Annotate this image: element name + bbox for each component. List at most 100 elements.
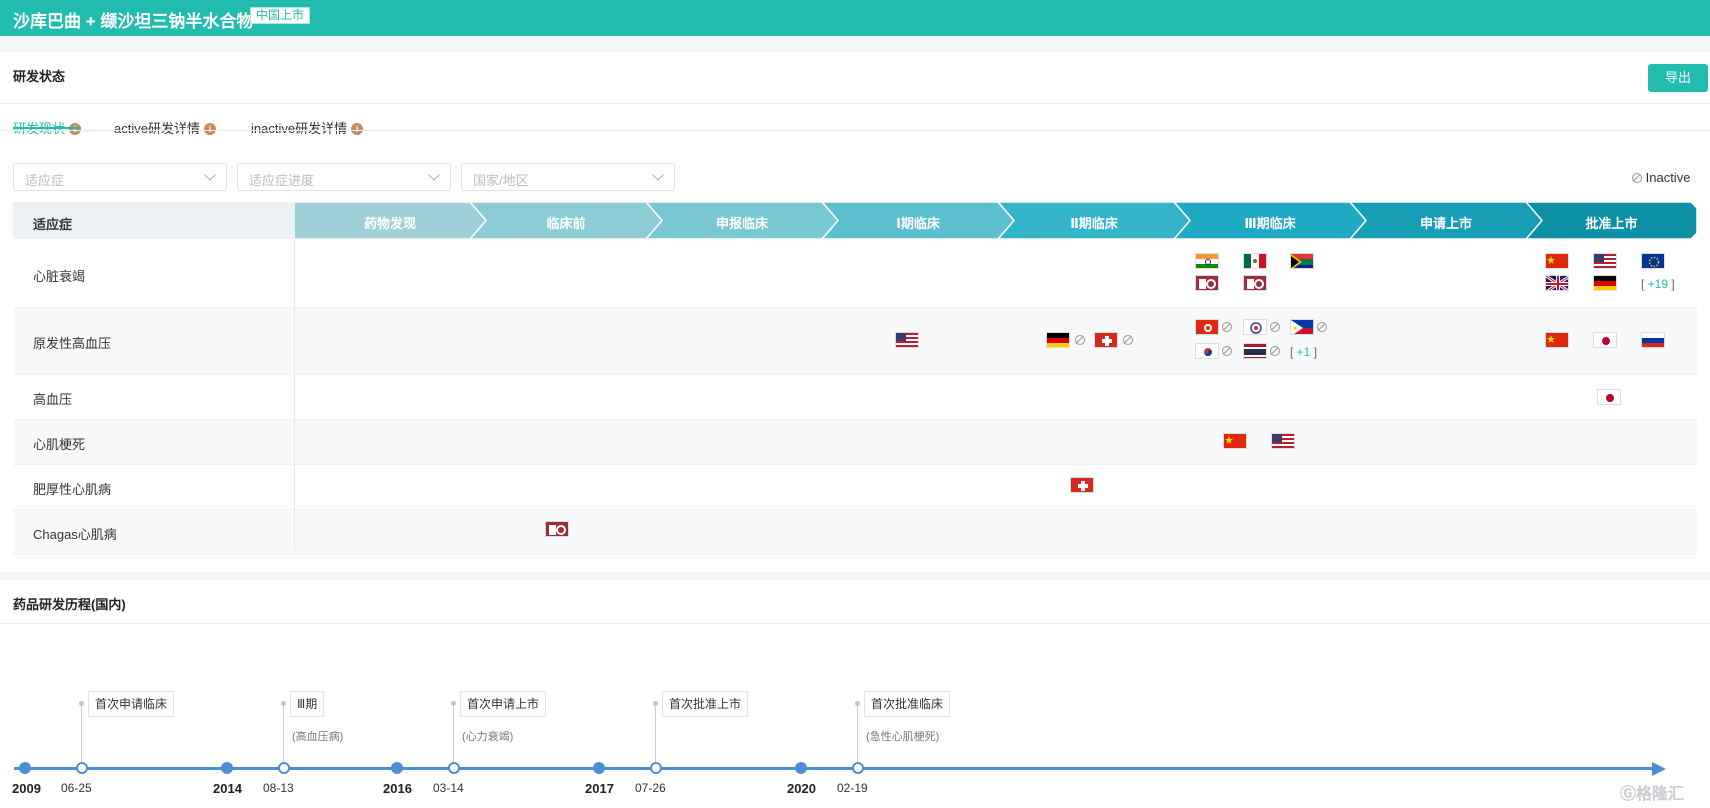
flag-unknown-icon[interactable] [1195, 275, 1219, 291]
flag-china-icon[interactable] [1545, 253, 1569, 269]
table-row[interactable]: 心脏衰竭 [13, 241, 1697, 308]
event-stem-dot [79, 701, 84, 706]
flag-hong-kong-icon[interactable] [1195, 319, 1219, 335]
event-dot[interactable] [76, 762, 88, 774]
date-label: 06-25 [61, 781, 92, 795]
flag-japan-icon[interactable] [1593, 332, 1617, 348]
chevron-down-icon [652, 169, 664, 181]
event-dot[interactable] [852, 762, 864, 774]
flag-south-korea-icon[interactable] [1195, 343, 1219, 359]
more-countries-link[interactable]: [ +19 ] [1641, 277, 1675, 291]
year-dot[interactable] [391, 762, 403, 774]
event-label[interactable]: 首次申请上市 [460, 691, 547, 717]
flag-usa-icon[interactable] [1593, 253, 1617, 269]
date-label: 07-26 [635, 781, 666, 795]
event-stem [453, 704, 454, 762]
year-dot[interactable] [221, 762, 233, 774]
phase-header-4: Ⅱ期临床 [998, 202, 1190, 239]
timeline-arrow-icon [1652, 762, 1666, 776]
year-label: 2017 [585, 781, 614, 796]
phase-header-0: 药物发现 [294, 202, 486, 239]
event-stem-dot [451, 701, 456, 706]
flag-unknown-icon[interactable] [545, 521, 569, 537]
divider [0, 103, 1710, 104]
event-dot[interactable] [448, 762, 460, 774]
event-subtitle: (急性心肌梗死) [866, 731, 940, 743]
phase-header-6: 申请上市 [1350, 202, 1542, 239]
year-dot[interactable] [593, 762, 605, 774]
flag-germany-icon[interactable] [1593, 275, 1617, 291]
flag-eu-icon[interactable] [1641, 253, 1665, 269]
table-row[interactable]: Chagas心肌病 [13, 510, 1697, 555]
phase-table-header: 适应症 药物发现 临床前 申报临床 Ⅰ期临床 Ⅱ期临床 Ⅲ期临床 申请上市 批准上市 [13, 202, 1697, 239]
date-label: 02-19 [837, 781, 868, 795]
table-row[interactable]: 高血压 [13, 375, 1697, 420]
indication-progress-select[interactable]: 适应症进度 [237, 163, 451, 191]
rd-history-panel: 药品研发历程(国内) [0, 580, 1710, 808]
year-label: 2016 [383, 781, 412, 796]
timeline-axis [14, 767, 1657, 770]
year-label: 2020 [787, 781, 816, 796]
event-subtitle: (高血压病) [292, 731, 344, 743]
event-stem-dot [653, 701, 658, 706]
country-region-select[interactable]: 国家/地区 [461, 163, 675, 191]
inactive-icon [1222, 322, 1232, 332]
inactive-legend: Inactive [1632, 170, 1690, 185]
event-label[interactable]: 首次批准上市 [662, 691, 749, 717]
indication-select[interactable]: 适应症 [13, 163, 227, 191]
inactive-icon [1075, 335, 1085, 345]
flag-russia-icon[interactable] [1641, 332, 1665, 348]
flag-usa-icon[interactable] [1271, 433, 1295, 449]
info-icon[interactable]: i [203, 123, 216, 135]
more-countries-link[interactable]: [ +1 ] [1290, 345, 1317, 359]
flag-japan-icon[interactable] [1597, 389, 1621, 405]
tab-inactive-details[interactable]: inactive研发详情 i [251, 118, 364, 137]
event-dot[interactable] [278, 762, 290, 774]
inactive-icon [1632, 173, 1642, 183]
flag-china-icon[interactable] [1545, 332, 1569, 348]
flag-india-icon[interactable] [1195, 253, 1219, 269]
inactive-icon [1317, 322, 1327, 332]
section-title-rd-history: 药品研发历程(国内) [13, 597, 126, 612]
event-label[interactable]: 首次批准临床 [864, 691, 951, 717]
flag-usa-icon[interactable] [895, 332, 919, 348]
tab-active-details[interactable]: active研发详情 i [114, 118, 216, 137]
event-dot[interactable] [650, 762, 662, 774]
chevron-down-icon [428, 169, 440, 181]
flag-switzerland-icon[interactable] [1070, 477, 1094, 493]
year-dot[interactable] [795, 762, 807, 774]
column-divider [294, 241, 295, 551]
flag-thailand-icon[interactable] [1243, 343, 1267, 359]
export-button[interactable]: 导出 [1648, 64, 1708, 92]
inactive-icon [1270, 322, 1280, 332]
flag-china-icon[interactable] [1223, 433, 1247, 449]
flag-germany-icon[interactable] [1046, 332, 1070, 348]
event-subtitle: (心力衰竭) [462, 731, 514, 743]
event-label[interactable]: 首次申请临床 [88, 691, 175, 717]
tab-divider [0, 130, 1710, 131]
event-stem [857, 704, 858, 762]
flag-switzerland-icon[interactable] [1094, 332, 1118, 348]
title-bar: 沙库巴曲 + 缬沙坦三钠半水合物 中国上市 [0, 0, 1710, 36]
flag-philippines-icon[interactable] [1290, 319, 1314, 335]
flag-unknown-icon[interactable] [1243, 275, 1267, 291]
event-stem-dot [855, 701, 860, 706]
table-row[interactable]: 心肌梗死 [13, 420, 1697, 465]
indication-column-header: 适应症 [13, 202, 294, 239]
table-row[interactable]: 原发性高血压 [13, 308, 1697, 375]
inactive-icon [1222, 346, 1232, 356]
flag-south-africa-icon[interactable] [1290, 253, 1314, 269]
section-title-rd-status: 研发状态 [13, 69, 66, 84]
flag-mexico-icon[interactable] [1243, 253, 1267, 269]
active-tab-indicator [13, 127, 81, 129]
event-stem [81, 704, 82, 762]
flag-uk-icon[interactable] [1545, 275, 1569, 291]
date-label: 03-14 [433, 781, 464, 795]
event-label[interactable]: Ⅲ期 [290, 691, 325, 717]
flag-taiwan-icon[interactable] [1243, 319, 1267, 335]
phase-header-5: Ⅲ期临床 [1174, 202, 1366, 239]
year-dot[interactable] [19, 762, 31, 774]
table-row[interactable]: 肥厚性心肌病 [13, 465, 1697, 510]
info-icon[interactable]: i [69, 123, 82, 135]
info-icon[interactable]: i [351, 123, 364, 135]
